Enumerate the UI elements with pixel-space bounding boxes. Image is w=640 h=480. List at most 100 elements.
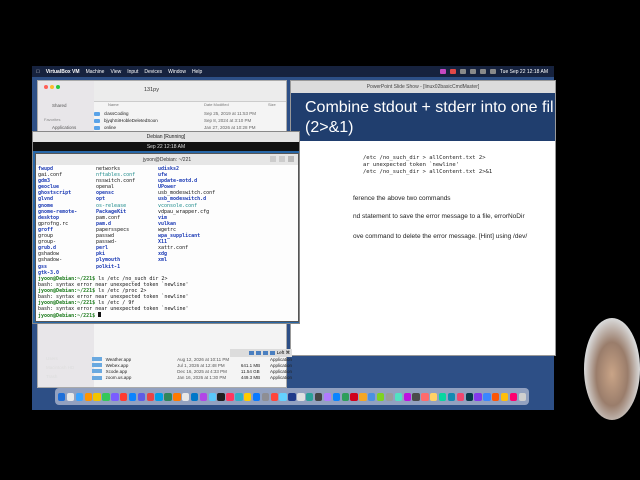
dock-app-icon[interactable]	[456, 392, 465, 401]
dock-app-icon[interactable]	[182, 392, 190, 401]
dock-app-icon[interactable]	[288, 392, 296, 401]
col-size[interactable]: Size	[268, 102, 276, 107]
usb-icon[interactable]	[262, 351, 268, 355]
dock-app-icon[interactable]	[111, 392, 119, 401]
dock-app-icon[interactable]	[252, 392, 261, 401]
minimize-icon[interactable]	[270, 156, 276, 162]
apple-icon[interactable]: 	[36, 69, 40, 75]
slide-bullet: ove command to delete the error message.…	[353, 233, 528, 240]
dock-app-icon[interactable]	[376, 392, 385, 401]
dock-app-icon[interactable]	[199, 392, 208, 401]
list-item[interactable]: Webex.app Jul 1, 2026 at 12:48 PM 641.1 MB…	[92, 362, 292, 368]
status-app-icon[interactable]	[439, 69, 446, 74]
guest-clock[interactable]: Sep 22 12:18 AM	[147, 144, 185, 150]
dock-app-icon[interactable]	[244, 392, 252, 401]
dock-app-icon[interactable]	[235, 392, 243, 401]
menu-window[interactable]: Window	[168, 69, 186, 75]
text-cursor	[98, 312, 102, 318]
dock-app-icon[interactable]	[438, 392, 447, 401]
display-icon[interactable]	[269, 351, 275, 355]
dock-app-icon[interactable]	[208, 392, 216, 401]
status-battery-icon[interactable]	[469, 69, 476, 74]
dock-app-icon[interactable]	[323, 392, 332, 401]
dock-app-icon[interactable]	[102, 392, 110, 401]
dock-app-icon[interactable]	[394, 392, 403, 401]
col-name[interactable]: Name	[108, 102, 119, 107]
code-line: ar unexpected token `newline'	[363, 162, 460, 168]
status-display-icon[interactable]	[459, 69, 466, 74]
dock-app-icon[interactable]	[58, 392, 66, 401]
menubar-clock[interactable]: Tue Sep 22 12:18 AM	[500, 69, 548, 75]
dock-app-icon[interactable]	[447, 392, 456, 401]
close-icon[interactable]	[288, 156, 294, 162]
list-item[interactable]: classCoding Sep 25, 2019 at 11:53 PM	[94, 110, 286, 117]
dock-app-icon[interactable]	[500, 392, 509, 401]
terminal-window[interactable]: jyoon@Debian: ~/221 fwupd gai.conf gdm3 geo…	[35, 153, 299, 322]
sidebar-item-users[interactable]: Users	[46, 356, 74, 365]
sidebar-item-applications[interactable]: Applications	[52, 125, 76, 130]
dock-app-icon[interactable]	[403, 392, 411, 401]
terminal-output[interactable]: fwupd gai.conf gdm3 geoclue ghostscript glvnd…	[36, 165, 298, 321]
dock-app-icon[interactable]	[341, 392, 349, 401]
dock-app-icon[interactable]	[128, 392, 137, 401]
terminal-line: jyoon@Debian:~/221$	[38, 312, 296, 319]
dock-app-icon[interactable]	[474, 392, 482, 401]
dock-app-icon[interactable]	[509, 392, 518, 401]
minimize-icon[interactable]	[50, 85, 54, 89]
dock-app-icon[interactable]	[164, 392, 172, 401]
dock-app-icon[interactable]	[84, 392, 92, 401]
menu-app-name[interactable]: VirtualBox VM	[46, 69, 80, 75]
dock-app-icon[interactable]	[518, 392, 527, 401]
sidebar-item-macintosh-hd[interactable]: Macintosh HD	[46, 365, 74, 374]
dock-app-icon[interactable]	[146, 392, 154, 401]
status-record-icon[interactable]	[449, 69, 456, 74]
dock-app-icon[interactable]	[412, 392, 420, 401]
menu-help[interactable]: Help	[192, 69, 202, 75]
dock-app-icon[interactable]	[270, 392, 278, 401]
menu-view[interactable]: View	[110, 69, 121, 75]
dock-app-icon[interactable]	[306, 392, 314, 401]
status-search-icon[interactable]	[489, 69, 496, 74]
status-wifi-icon[interactable]	[479, 69, 486, 74]
sidebar-item-trash[interactable]: Trash	[46, 374, 74, 383]
dock-app-icon[interactable]	[350, 392, 358, 401]
dock-app-icon[interactable]	[155, 392, 163, 401]
dock-app-icon[interactable]	[430, 392, 438, 401]
dock-app-icon[interactable]	[421, 392, 429, 401]
dock-app-icon[interactable]	[173, 392, 181, 401]
dock-app-icon[interactable]	[75, 392, 84, 401]
dock-app-icon[interactable]	[297, 392, 305, 401]
close-icon[interactable]	[44, 85, 48, 89]
dock-app-icon[interactable]	[359, 392, 367, 401]
dock-app-icon[interactable]	[483, 392, 491, 401]
list-item[interactable]: Xcode.app Dec 16, 2025 at 4:33 PM 11.54 GB…	[92, 368, 292, 374]
maximize-icon[interactable]	[279, 156, 285, 162]
dock-app-icon[interactable]	[120, 392, 128, 401]
dock-app-icon[interactable]	[368, 392, 376, 401]
dock-app-icon[interactable]	[279, 392, 287, 401]
list-item[interactable]: zoom.us.app Jan 16, 2026 at 1:30 PM 449.3 …	[92, 375, 292, 381]
dock-app-icon[interactable]	[465, 392, 473, 401]
zoom-icon[interactable]	[56, 85, 60, 89]
menu-devices[interactable]: Devices	[144, 69, 162, 75]
dock-app-icon[interactable]	[492, 392, 500, 401]
network-icon[interactable]	[255, 351, 261, 355]
guest-desktop: jyoon@Debian: ~/221 fwupd gai.conf gdm3 geo…	[33, 151, 299, 323]
menu-input[interactable]: Input	[127, 69, 138, 75]
dock-app-icon[interactable]	[217, 392, 225, 401]
hdd-icon[interactable]	[248, 351, 254, 355]
dock-app-icon[interactable]	[385, 392, 394, 401]
dock-app-icon[interactable]	[190, 392, 199, 401]
dock-app-icon[interactable]	[314, 392, 323, 401]
dock-app-icon[interactable]	[261, 392, 270, 401]
menu-machine[interactable]: Machine	[86, 69, 105, 75]
sidebar-item-shared[interactable]: Shared	[52, 103, 67, 108]
dock-app-icon[interactable]	[66, 392, 75, 401]
dock-app-icon[interactable]	[226, 392, 234, 401]
col-date[interactable]: Date Modified	[204, 102, 229, 107]
list-item[interactable]: bjyqhSiIHobleDeletedSoon Sep 8, 2024 at 3…	[94, 117, 286, 124]
dock-app-icon[interactable]	[332, 392, 340, 401]
dock-app-icon[interactable]	[93, 392, 101, 401]
list-item[interactable]: online Jan 27, 2026 at 10:28 PM	[94, 124, 286, 131]
dock-app-icon[interactable]	[137, 392, 146, 401]
